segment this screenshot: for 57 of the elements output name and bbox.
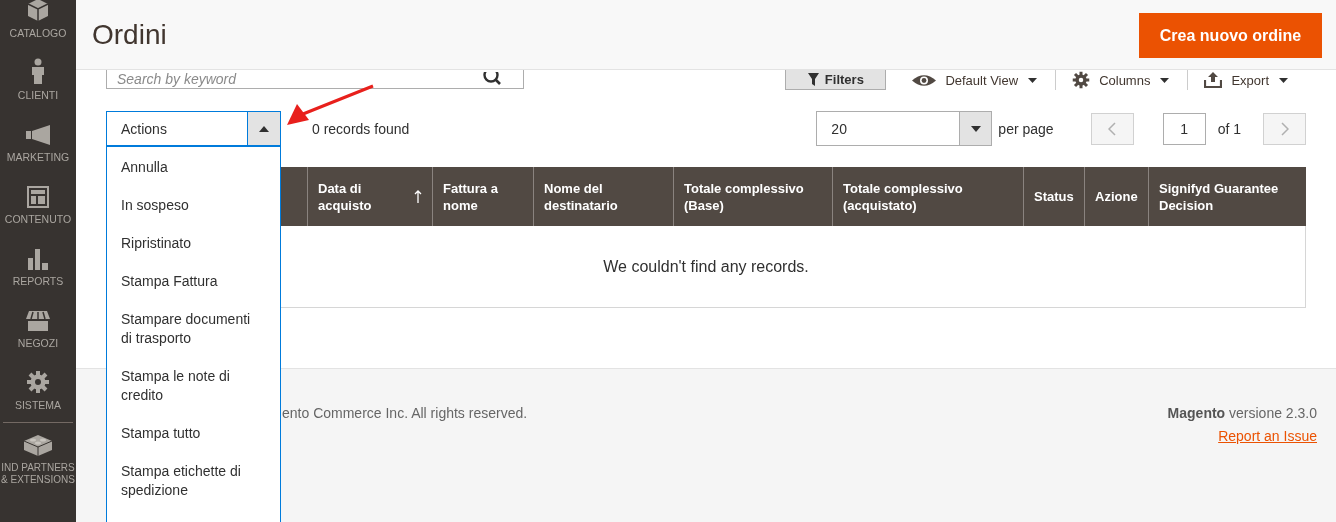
action-option[interactable]: Stampare documenti di trasporto: [107, 300, 280, 357]
chevron-right-icon: [1280, 121, 1289, 136]
megaphone-icon: [25, 124, 51, 146]
column-header[interactable]: Totale complessivo (acquistato): [843, 179, 1013, 214]
bar-chart-icon: [27, 248, 49, 270]
settings-icon: [26, 370, 50, 394]
page-total: of 1: [1217, 120, 1241, 137]
action-option[interactable]: Annulla: [107, 148, 280, 186]
column-header[interactable]: Azione: [1095, 188, 1138, 205]
create-order-button[interactable]: Crea nuovo ordine: [1139, 13, 1322, 58]
actions-select[interactable]: Actions: [106, 111, 281, 146]
per-page-label: per page: [998, 120, 1054, 137]
export-menu[interactable]: Export: [1202, 70, 1306, 90]
action-option[interactable]: Stampa tutto: [107, 414, 280, 452]
action-option[interactable]: Stampa Fattura: [107, 262, 280, 300]
caret-icon: [1160, 77, 1170, 83]
sidebar-item[interactable]: CONTENUTO: [0, 166, 76, 228]
column-header[interactable]: Totale complessivo (Base): [684, 179, 822, 214]
caret-icon: [1279, 77, 1288, 83]
brick-icon: [23, 433, 53, 457]
column-header[interactable]: Fattura a nome: [443, 179, 523, 214]
sidebar-item[interactable]: CATALOGO: [0, 0, 76, 42]
search-icon: [482, 72, 502, 86]
sidebar-item[interactable]: NEGOZI: [0, 290, 76, 352]
filters-button[interactable]: Filters: [785, 70, 887, 90]
sidebar-item[interactable]: CLIENTI: [0, 42, 76, 104]
layout-icon: [27, 186, 49, 208]
view-menu[interactable]: Default View: [910, 70, 1056, 90]
person-icon: [31, 58, 45, 84]
action-option[interactable]: Ripristinato: [107, 224, 280, 262]
action-option[interactable]: In sospeso: [107, 186, 280, 224]
version-text: Magento versione 2.3.0: [1167, 405, 1317, 421]
storefront-icon: [25, 310, 51, 332]
column-header[interactable]: Status: [1034, 188, 1074, 205]
eye-icon: [912, 73, 937, 87]
sidebar-item[interactable]: REPORTS: [0, 228, 76, 290]
action-option[interactable]: Stampa etichette di spedizione: [107, 452, 280, 509]
page-number-field[interactable]: 1: [1162, 112, 1206, 145]
caret-icon: [970, 125, 981, 132]
column-header[interactable]: Signifyd Guarantee Decision: [1159, 179, 1296, 214]
empty-message: We couldn't find any records.: [603, 257, 809, 276]
column-header[interactable]: Data di acquisto: [318, 179, 414, 214]
column-header[interactable]: Nome del destinatario: [544, 179, 663, 214]
search-field[interactable]: Search by keyword: [106, 70, 524, 89]
copyright-text: ento Commerce Inc. All rights reserved.: [282, 405, 528, 423]
page-title: Ordini: [92, 18, 167, 51]
per-page-select[interactable]: 20: [816, 111, 993, 146]
sidebar-item[interactable]: IND PARTNERS & EXTENSIONS: [0, 423, 76, 489]
sidebar-item[interactable]: MARKETING: [0, 104, 76, 166]
records-count: 0 records found: [312, 120, 410, 137]
export-icon: [1204, 72, 1223, 88]
filter-icon: [807, 73, 819, 86]
sidebar-item[interactable]: SISTEMA: [0, 352, 76, 414]
columns-menu[interactable]: Columns: [1070, 70, 1188, 90]
action-option[interactable]: Stampa le note di credito: [107, 357, 280, 414]
chevron-left-icon: [1108, 121, 1117, 136]
caret-icon: [1028, 77, 1038, 83]
